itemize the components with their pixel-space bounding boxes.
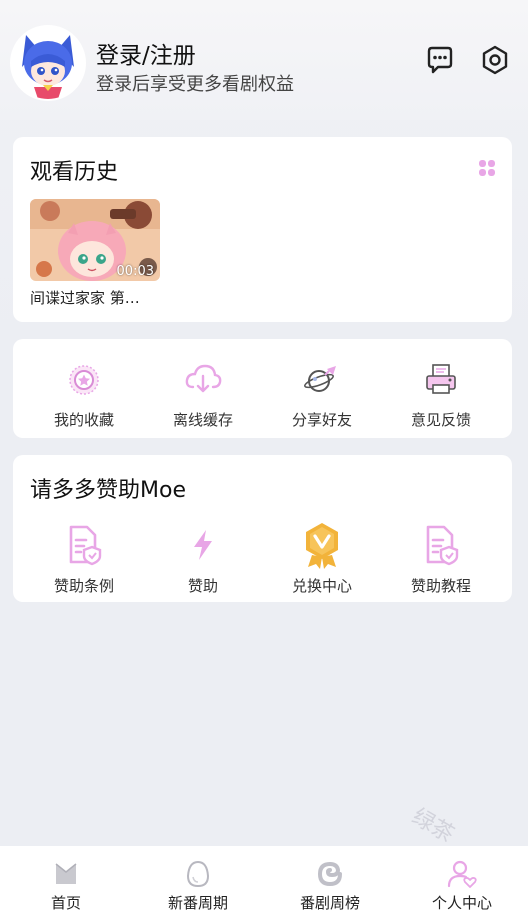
history-thumbnail[interactable]: 00:03: [30, 199, 160, 281]
sponsor-rules-button[interactable]: 赞助条例: [25, 523, 143, 596]
feedback-printer-icon: [419, 357, 463, 401]
star-badge-icon: [62, 357, 106, 401]
tab-profile[interactable]: 个人中心: [396, 846, 528, 916]
share-friends-label: 分享好友: [291, 411, 352, 429]
document-shield-icon: [419, 523, 463, 567]
profile-header: 登录/注册 登录后享受更多看剧权益: [0, 0, 528, 120]
sponsor-tutorial-label: 赞助教程: [410, 577, 471, 595]
redeem-center-label: 兑换中心: [291, 577, 352, 595]
avatar[interactable]: [12, 27, 84, 99]
tab-weekly-ranking[interactable]: 番剧周榜: [264, 846, 396, 916]
tab-new-season-label: 新番周期: [167, 894, 228, 912]
tools-card: 我的收藏 离线缓存 分享好友 意见反馈: [13, 339, 512, 438]
tab-weekly-ranking-label: 番剧周榜: [299, 894, 360, 912]
favorites-button[interactable]: 我的收藏: [25, 357, 143, 430]
login-benefit-subtitle: 登录后享受更多看剧权益: [96, 74, 294, 95]
tab-profile-label: 个人中心: [431, 894, 492, 912]
redeem-center-button[interactable]: 兑换中心: [263, 523, 381, 596]
tab-home-label: 首页: [50, 894, 81, 912]
share-planet-icon: [300, 357, 344, 401]
sponsor-rules-label: 赞助条例: [53, 577, 114, 595]
cloud-download-icon: [181, 357, 225, 401]
home-icon: [50, 858, 82, 890]
gear-icon[interactable]: [479, 44, 511, 76]
favorites-label: 我的收藏: [53, 411, 114, 429]
sponsor-card: 请多多赞助Moe 赞助条例 赞助 兑换中心 赞助教程: [13, 455, 512, 602]
offline-cache-label: 离线缓存: [172, 411, 233, 429]
watch-history-title: 观看历史: [30, 160, 119, 185]
sponsor-label: 赞助: [187, 577, 218, 595]
watermark: 绿茶: [407, 804, 459, 848]
user-heart-icon: [446, 858, 478, 890]
tab-home[interactable]: 首页: [0, 846, 132, 916]
sponsor-title: 请多多赞助Moe: [30, 478, 186, 503]
document-shield-icon: [62, 523, 106, 567]
vip-badge-icon: [300, 523, 344, 569]
history-duration: 00:03: [116, 264, 154, 279]
feedback-button[interactable]: 意见反馈: [382, 357, 500, 430]
watch-history-card: 观看历史 00:03 间谍过家家 第…: [13, 137, 512, 322]
sponsor-button[interactable]: 赞助: [144, 523, 262, 596]
offline-cache-button[interactable]: 离线缓存: [144, 357, 262, 430]
swirl-icon: [314, 858, 346, 890]
grid-icon[interactable]: [478, 159, 496, 177]
message-icon[interactable]: [424, 44, 456, 76]
login-register-title[interactable]: 登录/注册: [96, 36, 196, 70]
bottom-tab-bar: 首页 新番周期 番剧周榜 个人中心: [0, 846, 528, 916]
tab-new-season[interactable]: 新番周期: [132, 846, 264, 916]
history-title[interactable]: 间谍过家家 第…: [30, 287, 170, 308]
share-friends-button[interactable]: 分享好友: [263, 357, 381, 430]
feedback-label: 意见反馈: [410, 411, 471, 429]
sponsor-tutorial-button[interactable]: 赞助教程: [382, 523, 500, 596]
egg-icon: [182, 858, 214, 890]
lightning-icon: [181, 523, 225, 567]
